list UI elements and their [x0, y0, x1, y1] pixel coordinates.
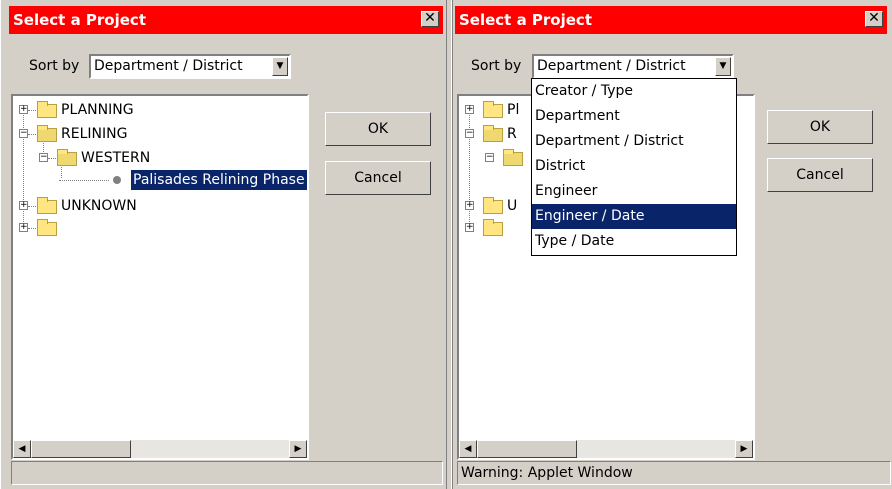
tree-node-label: UNKNOWN	[61, 198, 137, 214]
scroll-left-icon[interactable]: ◀	[459, 440, 477, 458]
tree-node-label: Palisades Relining Phase	[131, 170, 307, 190]
folder-icon	[37, 219, 57, 236]
dropdown-option[interactable]: Department	[532, 104, 736, 129]
open-folder-icon	[37, 125, 57, 142]
sort-value: Department / District	[94, 58, 243, 74]
leaf-bullet-icon	[113, 176, 121, 184]
folder-icon	[483, 219, 503, 236]
tree-connector	[48, 158, 56, 160]
scroll-thumb[interactable]	[31, 440, 131, 458]
chevron-down-icon[interactable]: ▼	[715, 57, 731, 76]
scroll-right-icon[interactable]: ▶	[289, 440, 307, 458]
horizontal-scrollbar[interactable]: ◀ ▶	[459, 440, 753, 458]
open-folder-icon	[57, 149, 77, 166]
tree-node-label: R	[507, 126, 517, 142]
folder-icon	[483, 197, 503, 214]
tree-node-label: WESTERN	[81, 150, 151, 166]
tree-connector	[28, 228, 36, 230]
sort-label: Sort by	[471, 58, 522, 74]
cancel-button[interactable]: Cancel	[767, 158, 873, 192]
expand-icon[interactable]: +	[465, 223, 474, 232]
folder-icon	[483, 101, 503, 118]
cancel-button[interactable]: Cancel	[325, 161, 431, 195]
project-tree[interactable]: + PLANNING − RELINING − WESTERN Palisade…	[11, 94, 309, 460]
expand-icon[interactable]: +	[19, 223, 28, 232]
close-icon[interactable]: ✕	[421, 11, 439, 27]
collapse-icon[interactable]: −	[485, 153, 494, 162]
scroll-thumb[interactable]	[477, 440, 577, 458]
open-folder-icon	[483, 125, 503, 142]
tree-connector	[59, 180, 109, 182]
dropdown-option[interactable]: Department / District	[532, 129, 736, 154]
sort-value: Department / District	[537, 58, 686, 74]
folder-icon	[37, 101, 57, 118]
collapse-icon[interactable]: −	[39, 153, 48, 162]
title-bar: Select a Project ✕	[9, 6, 443, 34]
status-bar	[11, 461, 443, 485]
expand-icon[interactable]: +	[465, 105, 474, 114]
ok-button[interactable]: OK	[325, 112, 431, 146]
expand-icon[interactable]: +	[465, 201, 474, 210]
sort-dropdown-list[interactable]: Creator / Type Department Department / D…	[531, 78, 737, 256]
dialog-title: Select a Project	[459, 11, 592, 29]
horizontal-scrollbar[interactable]: ◀ ▶	[13, 440, 307, 458]
open-folder-icon	[503, 149, 523, 166]
collapse-icon[interactable]: −	[19, 129, 28, 138]
status-bar: Warning: Applet Window	[457, 461, 891, 485]
dropdown-option[interactable]: Creator / Type	[532, 79, 736, 104]
close-icon[interactable]: ✕	[865, 11, 883, 27]
chevron-down-icon[interactable]: ▼	[272, 57, 288, 76]
dropdown-option[interactable]: Type / Date	[532, 229, 736, 254]
scroll-left-icon[interactable]: ◀	[13, 440, 31, 458]
tree-node-label: PLANNING	[61, 102, 134, 118]
sort-combobox[interactable]: Department / District ▼	[89, 54, 291, 79]
sort-combobox[interactable]: Department / District ▼	[532, 54, 734, 79]
left-dialog: Select a Project ✕ Sort by Department / …	[0, 0, 446, 489]
tree-connector	[28, 134, 36, 136]
expand-icon[interactable]: +	[19, 105, 28, 114]
dropdown-option[interactable]: Engineer	[532, 179, 736, 204]
tree-connector	[28, 206, 36, 208]
title-bar: Select a Project ✕	[455, 6, 887, 34]
tree-connector	[28, 110, 36, 112]
dialog-title: Select a Project	[13, 11, 146, 29]
tree-node-label: RELINING	[61, 126, 128, 142]
dropdown-option-highlighted[interactable]: Engineer / Date	[532, 204, 736, 229]
expand-icon[interactable]: +	[19, 201, 28, 210]
tree-node-label: U	[507, 198, 518, 214]
folder-icon	[37, 197, 57, 214]
sort-label: Sort by	[29, 58, 80, 74]
tree-node-label: Pl	[507, 102, 520, 118]
collapse-icon[interactable]: −	[465, 129, 474, 138]
scroll-right-icon[interactable]: ▶	[735, 440, 753, 458]
ok-button[interactable]: OK	[767, 110, 873, 144]
dropdown-option[interactable]: District	[532, 154, 736, 179]
